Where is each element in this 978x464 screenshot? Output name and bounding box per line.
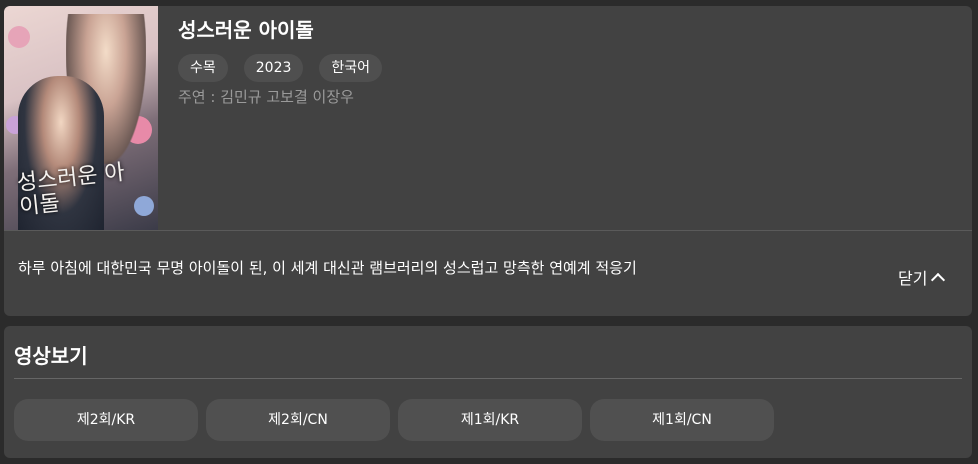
- section-divider: [4, 230, 972, 231]
- episode-button[interactable]: 제2회/CN: [206, 399, 390, 441]
- close-label: 닫기: [898, 269, 928, 288]
- poster-title-logo: 성스러운 아이돌: [15, 160, 126, 221]
- drama-tags: 수목 2023 한국어: [178, 54, 383, 82]
- close-button[interactable]: 닫기: [898, 265, 946, 289]
- tag-language: 한국어: [319, 54, 383, 82]
- episode-list: 제2회/KR 제2회/CN 제1회/KR 제1회/CN: [14, 399, 774, 441]
- drama-info-card: 성스러운 아이돌 성스러운 아이돌 수목 2023 한국어 주연 : 김민규 고…: [4, 6, 972, 316]
- chevron-up-icon: [931, 272, 946, 287]
- drama-synopsis: 하루 아침에 대한민국 무명 아이돌이 된, 이 세계 대신관 램브러리의 성스…: [18, 259, 637, 277]
- episode-button[interactable]: 제2회/KR: [14, 399, 198, 441]
- episode-button[interactable]: 제1회/KR: [398, 399, 582, 441]
- tag-year: 2023: [243, 54, 304, 82]
- drama-title: 성스러운 아이돌: [178, 18, 314, 42]
- tag-day: 수목: [178, 54, 228, 82]
- video-section-divider: [14, 378, 962, 379]
- video-section-title: 영상보기: [14, 344, 88, 368]
- drama-cast: 주연 : 김민규 고보결 이장우: [178, 88, 354, 106]
- video-section: 영상보기 제2회/KR 제2회/CN 제1회/KR 제1회/CN: [4, 326, 972, 458]
- episode-button[interactable]: 제1회/CN: [590, 399, 774, 441]
- drama-poster: 성스러운 아이돌: [4, 6, 158, 230]
